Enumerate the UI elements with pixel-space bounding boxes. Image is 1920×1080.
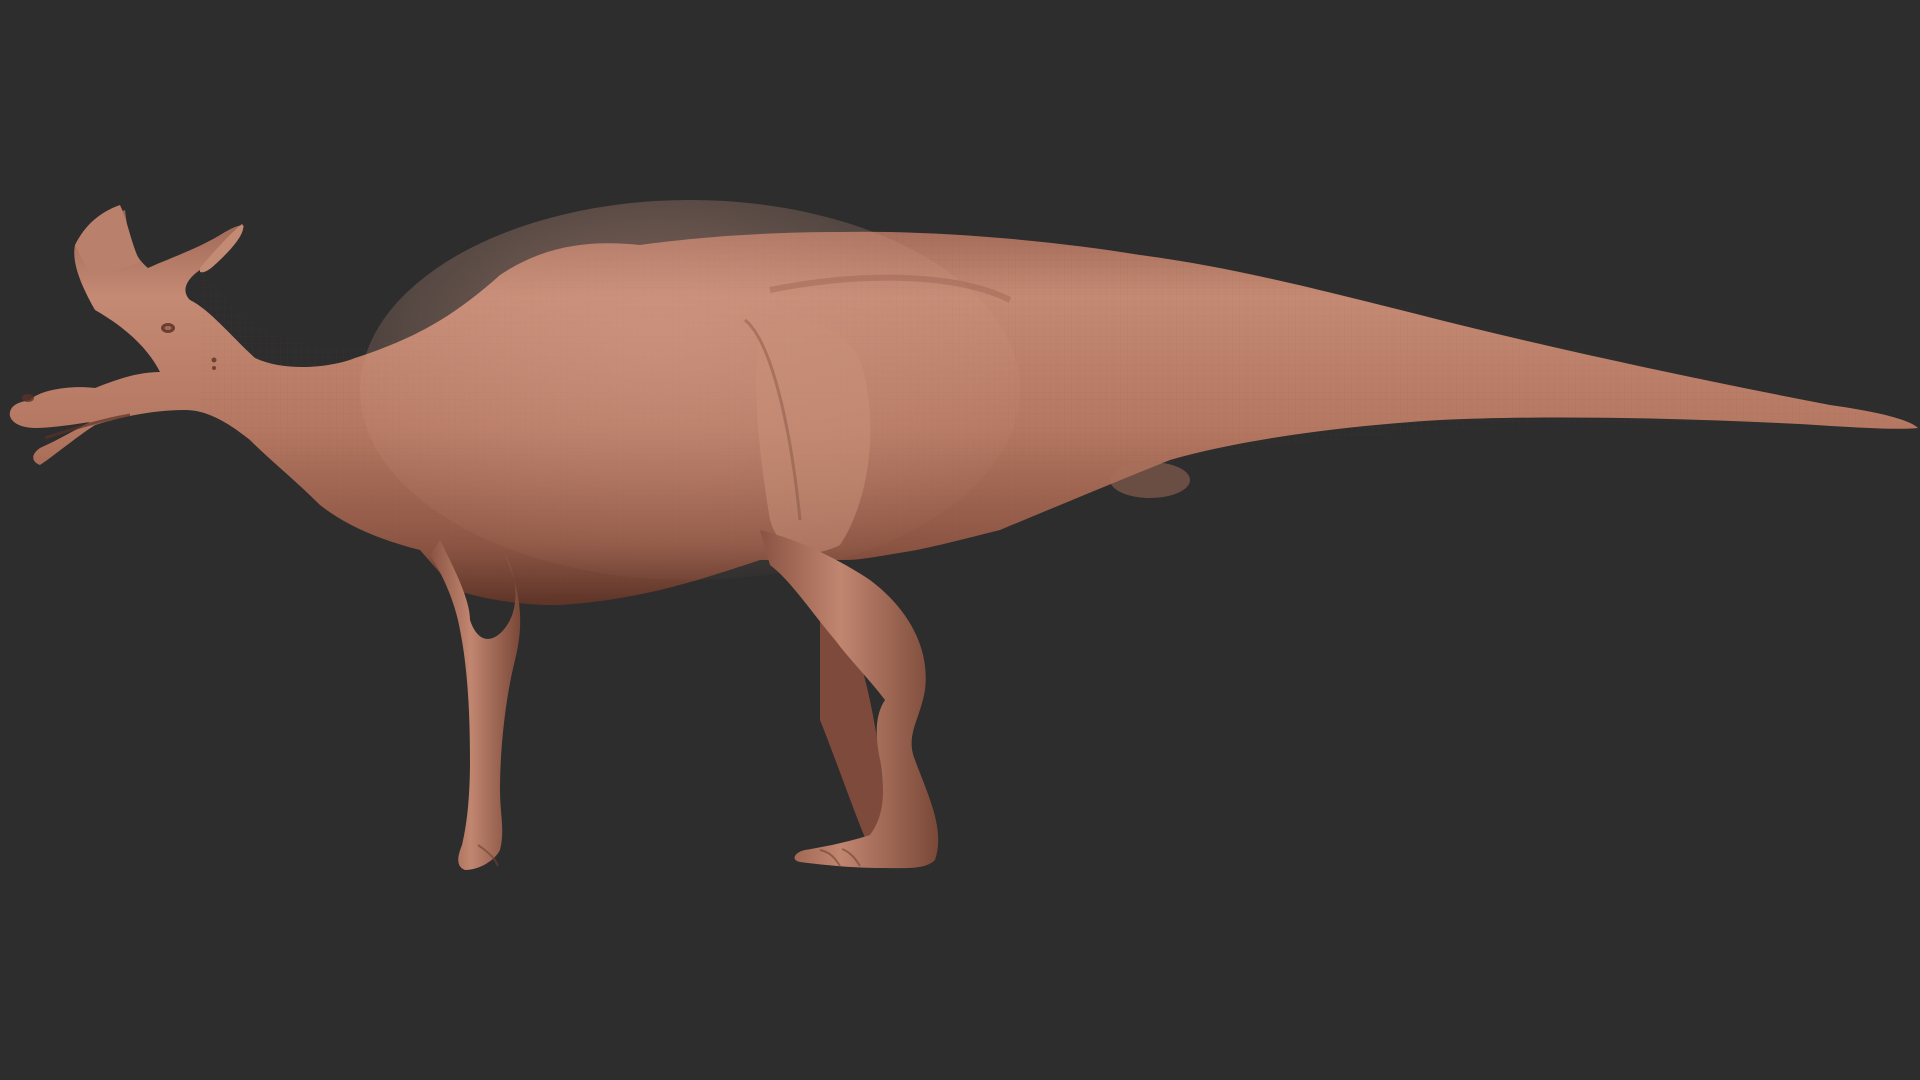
nostril	[22, 394, 34, 402]
3d-viewport[interactable]	[0, 0, 1920, 1080]
dinosaur-render	[0, 0, 1920, 1080]
shoulder-muscle	[755, 320, 871, 553]
